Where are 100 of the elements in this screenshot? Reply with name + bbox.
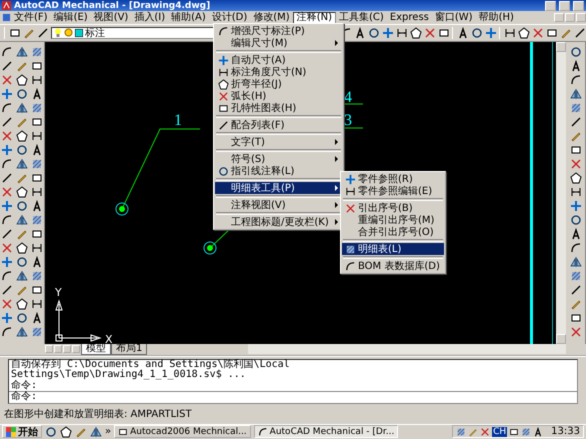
menu-item[interactable]: 符号(S)	[215, 153, 342, 165]
polygon-icon[interactable]	[16, 186, 28, 198]
circle-icon[interactable]	[471, 26, 483, 39]
menu-item[interactable]: 文件(F)	[11, 12, 51, 24]
mirror-icon[interactable]	[570, 256, 582, 268]
text-icon[interactable]	[30, 88, 43, 100]
menu-item[interactable]: 重编引出序号(M)	[342, 214, 444, 226]
scissors-icon[interactable]	[532, 26, 544, 39]
text-icon[interactable]	[30, 312, 43, 324]
mirror-icon[interactable]	[16, 214, 28, 226]
line-icon[interactable]	[574, 26, 586, 39]
move-icon[interactable]	[1, 200, 14, 212]
menu-item[interactable]: 编辑(E)	[50, 12, 91, 24]
move-icon[interactable]	[1, 88, 14, 100]
scissors-icon[interactable]	[570, 158, 582, 170]
mirror-icon[interactable]	[16, 326, 28, 338]
menu-item[interactable]: 视图(V)	[90, 12, 132, 24]
scissors-icon[interactable]	[424, 26, 436, 39]
arc-icon[interactable]	[570, 242, 582, 254]
hatch-icon[interactable]	[30, 102, 43, 114]
line-icon[interactable]	[1, 284, 14, 296]
menu-item[interactable]: 零件参照(R)	[342, 173, 444, 185]
move-icon[interactable]	[1, 256, 14, 268]
menu-item[interactable]: 标注角度尺寸(N)	[215, 66, 342, 78]
menu-item[interactable]: 明细表(L)	[342, 243, 444, 255]
hatch-icon[interactable]	[521, 426, 532, 437]
arc-icon[interactable]	[1, 46, 14, 58]
line-icon[interactable]	[1, 60, 14, 72]
menu-item[interactable]: 配合列表(F)	[215, 119, 342, 131]
taskbar-button[interactable]: Autocad2006 Mechnical...	[114, 425, 251, 438]
menu-item[interactable]: 零件参照编辑(E)	[342, 185, 444, 197]
mirror-icon[interactable]	[90, 426, 102, 438]
dimension-icon[interactable]	[30, 186, 43, 198]
text-icon[interactable]	[30, 144, 43, 156]
menu-item[interactable]: 明细表工具(P)	[215, 182, 342, 194]
move-icon[interactable]	[1, 144, 14, 156]
arc-icon[interactable]	[1, 326, 14, 338]
polygon-icon[interactable]	[218, 78, 228, 90]
hatch-icon[interactable]	[344, 244, 356, 254]
move-icon[interactable]	[1, 312, 14, 324]
menu-item[interactable]: 帮助(H)	[476, 12, 517, 24]
dimension-icon[interactable]	[30, 298, 43, 310]
menu-item[interactable]: 设计(D)	[208, 12, 250, 24]
menu-item[interactable]: 引出序号(B)	[342, 202, 444, 214]
polygon-icon[interactable]	[60, 426, 72, 438]
rectangle-icon[interactable]	[118, 426, 128, 437]
menu-item[interactable]: 自动尺寸(A)	[215, 54, 342, 66]
menu-item[interactable]: 合并引出序号(O)	[342, 226, 444, 238]
command-prompt[interactable]: 命令:	[9, 391, 577, 403]
hatch-icon[interactable]	[570, 102, 582, 114]
text-icon[interactable]	[570, 228, 582, 240]
arc-icon[interactable]	[1, 158, 14, 170]
line-icon[interactable]	[218, 120, 228, 130]
line-icon[interactable]	[570, 116, 582, 128]
menu-item[interactable]: 工具集(C)	[336, 12, 387, 24]
scissors-icon[interactable]	[1, 74, 14, 86]
rectangle-icon[interactable]	[30, 60, 43, 72]
mirror-icon[interactable]	[16, 46, 28, 58]
pencil-icon[interactable]	[468, 426, 478, 437]
polygon-icon[interactable]	[16, 130, 28, 142]
scissors-icon[interactable]	[1, 242, 14, 254]
line-icon[interactable]	[1, 116, 14, 128]
text-icon[interactable]	[570, 60, 582, 72]
menu-item[interactable]: BOM 表数据库(D)	[342, 260, 444, 272]
menu-item[interactable]: 窗口(W)	[432, 12, 476, 24]
arc-icon[interactable]	[1, 270, 14, 282]
text-icon[interactable]	[30, 200, 43, 212]
hatch-icon[interactable]	[30, 46, 43, 58]
minimize-button[interactable]	[545, 0, 556, 11]
line-icon[interactable]	[1, 228, 14, 240]
hatch-icon[interactable]	[30, 326, 43, 338]
menu-item[interactable]: Express	[386, 12, 432, 24]
dimension-icon[interactable]	[396, 26, 408, 39]
menu-item[interactable]: 编辑尺寸(M)	[215, 37, 342, 49]
line-icon[interactable]	[37, 26, 49, 39]
circle-icon[interactable]	[570, 214, 582, 226]
dimension-icon[interactable]	[344, 186, 356, 196]
rectangle-icon[interactable]	[546, 26, 558, 39]
scissors-icon[interactable]	[1, 298, 14, 310]
scissors-icon[interactable]	[480, 426, 490, 437]
line-icon[interactable]	[570, 284, 582, 296]
scissors-icon[interactable]	[570, 326, 582, 338]
menu-item[interactable]: 注释(N)	[292, 12, 336, 24]
horizontal-scrollbar[interactable]	[248, 344, 566, 354]
rectangle-icon[interactable]	[30, 172, 43, 184]
arc-icon[interactable]	[1, 102, 14, 114]
close-button[interactable]	[573, 0, 584, 11]
polygon-icon[interactable]	[16, 242, 28, 254]
arc-icon[interactable]	[1, 214, 14, 226]
move-icon[interactable]	[344, 174, 356, 184]
dimension-icon[interactable]	[30, 74, 43, 86]
move-icon[interactable]	[218, 54, 228, 66]
menu-item[interactable]: 辅助(A)	[168, 12, 209, 24]
language-indicator[interactable]: CH	[492, 426, 508, 437]
circle-icon[interactable]	[570, 46, 582, 58]
menu-item[interactable]: 文字(T)	[215, 136, 342, 148]
mirror-icon[interactable]	[16, 270, 28, 282]
circle-icon[interactable]	[16, 312, 28, 324]
dimension-icon[interactable]	[218, 66, 228, 78]
arc-icon[interactable]	[570, 74, 582, 86]
